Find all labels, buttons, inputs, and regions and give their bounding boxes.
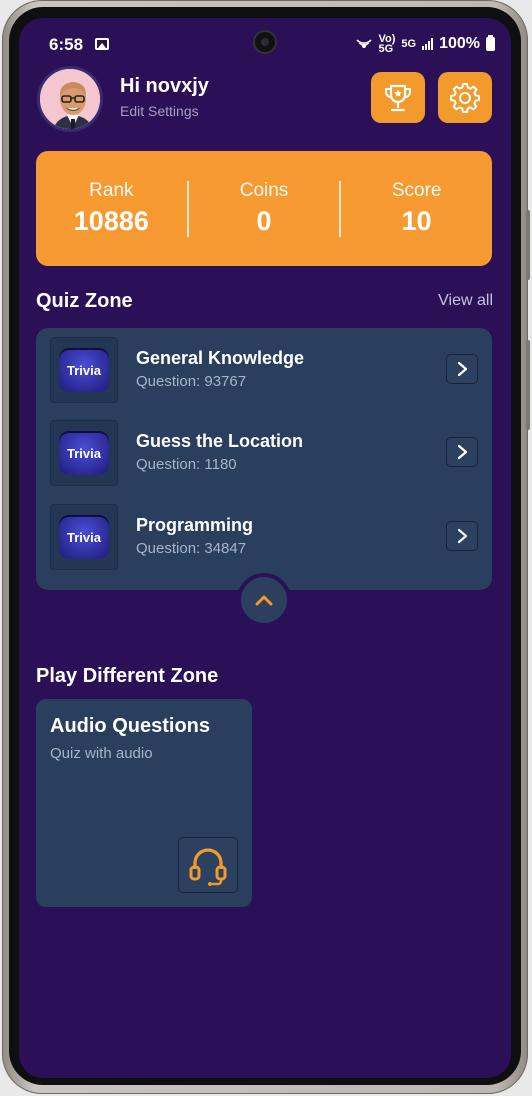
stat-label: Coins	[239, 180, 289, 201]
battery-icon	[486, 35, 495, 51]
trophy-icon	[385, 84, 411, 111]
audio-questions-card[interactable]: Audio Questions Quiz with audio	[36, 699, 252, 907]
quiz-question-count: Question: 93767	[136, 373, 247, 390]
status-indicators: Vo) 5G 5G 100%	[356, 33, 495, 55]
quiz-thumbnail: Trivia	[50, 504, 118, 570]
zone-card-title: Audio Questions	[50, 715, 210, 737]
quiz-thumbnail: Trivia	[50, 337, 118, 403]
stat-value: 0	[256, 206, 272, 236]
stat-coins: Coins 0	[189, 180, 340, 237]
status-time: 6:58	[49, 35, 84, 54]
quiz-title: Programming	[136, 515, 254, 535]
quiz-item-guess-the-location[interactable]: Trivia Guess the Location Question: 1180	[36, 420, 492, 490]
leaderboard-button[interactable]	[371, 72, 425, 123]
gear-icon	[450, 82, 480, 113]
quiz-question-count: Question: 1180	[136, 456, 237, 473]
play-zone-title: Play Different Zone	[36, 665, 219, 687]
front-camera	[255, 32, 275, 52]
status-bar: 6:58 Vo) 5G 5G 100%	[19, 18, 511, 70]
quiz-zone-title: Quiz Zone	[36, 290, 133, 312]
volume-button	[526, 210, 530, 280]
avatar[interactable]	[37, 66, 103, 132]
trivia-logo: Trivia	[59, 515, 109, 559]
stat-rank: Rank 10886	[36, 180, 187, 237]
network-type-icon: 5G	[401, 38, 417, 50]
signal-bars-icon	[422, 38, 434, 50]
quiz-item-general-knowledge[interactable]: Trivia General Knowledge Question: 93767	[36, 337, 492, 407]
settings-button[interactable]	[438, 72, 492, 123]
headphones-icon	[178, 837, 238, 893]
stat-score: Score 10	[341, 180, 492, 237]
quiz-list: Trivia General Knowledge Question: 93767…	[36, 328, 492, 590]
stat-value: 10	[401, 206, 432, 236]
chevron-up-icon	[255, 595, 273, 606]
stat-label: Rank	[89, 180, 134, 201]
power-button	[526, 340, 530, 430]
stat-value: 10886	[73, 206, 149, 236]
collapse-button[interactable]	[237, 573, 291, 627]
quiz-question-count: Question: 34847	[136, 540, 247, 557]
greeting: Hi novxjy	[120, 75, 209, 97]
battery-percent: 100%	[439, 35, 480, 52]
zone-card-subtitle: Quiz with audio	[50, 745, 153, 762]
trivia-logo: Trivia	[59, 431, 109, 475]
edit-settings-link[interactable]: Edit Settings	[120, 103, 199, 119]
chevron-right-icon[interactable]	[446, 437, 478, 467]
app-screen: 6:58 Vo) 5G 5G 100% Hi novxjy Edit Setti…	[19, 18, 511, 1078]
gallery-notification-icon	[95, 38, 109, 50]
stat-label: Score	[391, 180, 442, 201]
view-all-link[interactable]: View all	[438, 292, 493, 310]
hotspot-icon	[356, 39, 373, 48]
quiz-title: General Knowledge	[136, 348, 305, 368]
quiz-thumbnail: Trivia	[50, 420, 118, 486]
stats-card: Rank 10886 Coins 0 Score 10	[36, 151, 492, 266]
quiz-item-programming[interactable]: Trivia Programming Question: 34847	[36, 504, 492, 574]
volte-icon: Vo) 5G	[378, 33, 396, 55]
quiz-title: Guess the Location	[136, 431, 304, 451]
avatar-image	[40, 69, 100, 129]
trivia-logo: Trivia	[59, 348, 109, 392]
chevron-right-icon[interactable]	[446, 521, 478, 551]
chevron-right-icon[interactable]	[446, 354, 478, 384]
